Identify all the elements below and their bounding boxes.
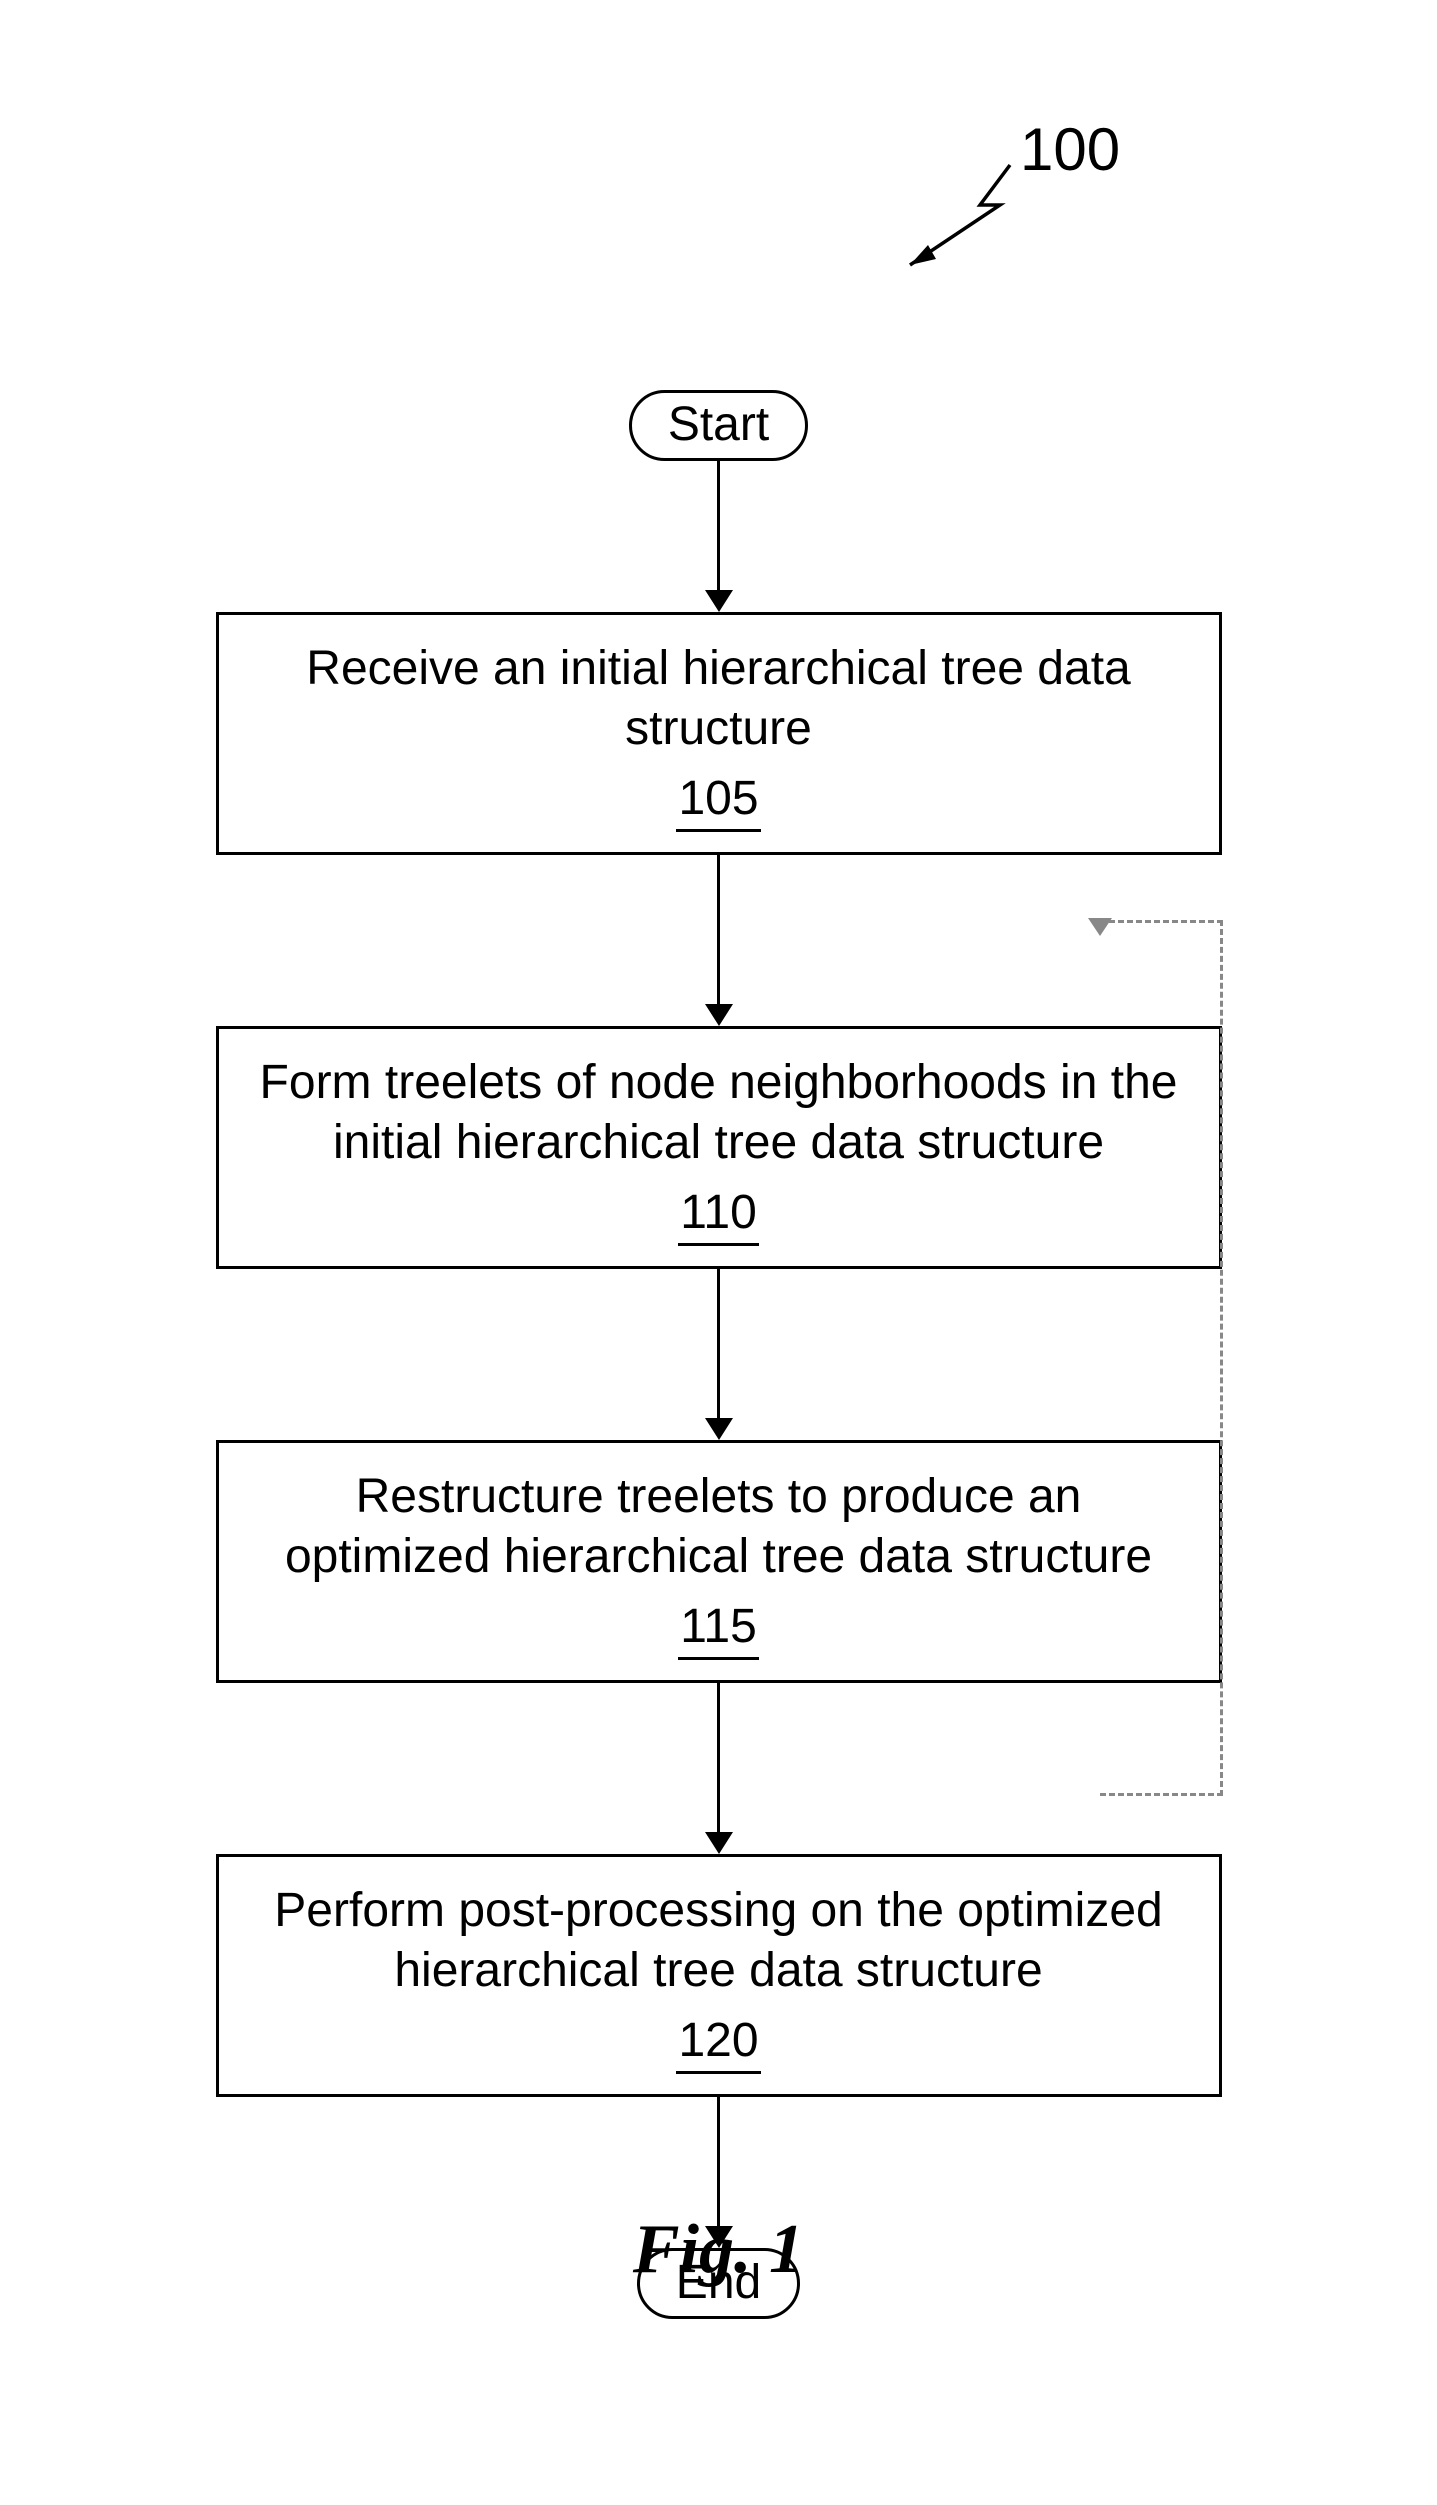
connector-line <box>717 2097 720 2227</box>
step-box-115: Restructure treelets to produce an optim… <box>216 1440 1222 1683</box>
connector <box>705 1683 733 1854</box>
start-terminal: Start <box>629 390 808 461</box>
arrowhead-down-icon <box>705 590 733 612</box>
arrowhead-down-icon <box>705 1832 733 1854</box>
figure-reference-number: 100 <box>1020 115 1120 184</box>
figure-caption: Fig. 1 <box>0 2210 1437 2290</box>
step-text: Restructure treelets to produce an optim… <box>259 1467 1179 1587</box>
flowchart: Start Receive an initial hierarchical tr… <box>239 390 1199 2319</box>
step-box-110: Form treelets of node neighborhoods in t… <box>216 1026 1222 1269</box>
connector-line <box>717 855 720 1005</box>
step-text: Receive an initial hierarchical tree dat… <box>259 639 1179 759</box>
connector-line <box>717 461 720 591</box>
reference-arrow-icon <box>850 150 1030 280</box>
start-label: Start <box>668 398 769 451</box>
step-number: 110 <box>678 1183 759 1246</box>
step-text: Perform post-processing on the optimized… <box>259 1881 1179 2001</box>
step-box-105: Receive an initial hierarchical tree dat… <box>216 612 1222 855</box>
arrowhead-down-icon <box>705 1004 733 1026</box>
step-number: 105 <box>676 769 760 832</box>
step-text: Form treelets of node neighborhoods in t… <box>259 1053 1179 1173</box>
dashed-arrowhead-down-icon <box>1088 918 1112 936</box>
step-box-120: Perform post-processing on the optimized… <box>216 1854 1222 2097</box>
connector <box>705 1269 733 1440</box>
step-number: 120 <box>676 2011 760 2074</box>
connector <box>705 461 733 612</box>
arrowhead-down-icon <box>705 1418 733 1440</box>
connector-line <box>717 1269 720 1419</box>
step-number: 115 <box>678 1597 759 1660</box>
connector-line <box>717 1683 720 1833</box>
connector <box>705 855 733 1026</box>
figure-page: 100 Start Receive an initial hierarchica… <box>0 0 1437 2505</box>
